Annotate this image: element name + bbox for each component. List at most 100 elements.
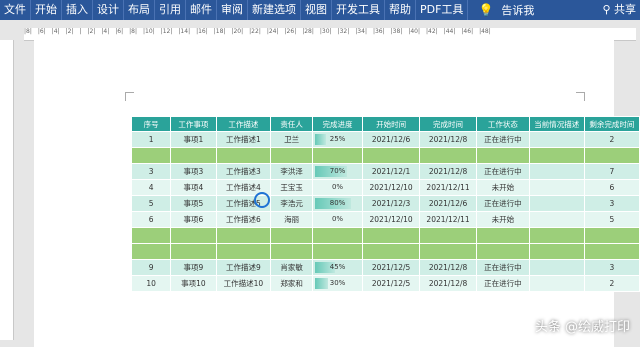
table-cell[interactable]: 2021/12/5	[362, 275, 421, 292]
table-cell[interactable]: 2021/12/1	[362, 163, 421, 180]
table-cell[interactable]: 2021/12/11	[419, 179, 478, 196]
ribbon-tab-12[interactable]: PDF工具	[416, 0, 469, 20]
table-cell[interactable]: 正在进行中	[476, 195, 530, 212]
table-cell[interactable]: 9	[130, 259, 172, 276]
column-header[interactable]: 当前情况描述	[528, 116, 585, 132]
lightbulb-icon[interactable]: 💡	[478, 3, 493, 17]
table-row[interactable]: 4 事项4 工作描述4 王宝玉 0% 2021/12/10 2021/12/11 未开始 6	[130, 179, 640, 196]
table-cell[interactable]	[528, 131, 585, 148]
table-cell[interactable]: 70%	[311, 163, 364, 180]
table-cell[interactable]	[583, 243, 640, 260]
column-header[interactable]: 完成时间	[419, 116, 478, 132]
table-cell[interactable]: 工作描述3	[215, 163, 272, 180]
table-cell[interactable]	[476, 147, 530, 164]
table-cell[interactable]	[130, 227, 172, 244]
table-cell[interactable]: 2021/12/8	[419, 275, 478, 292]
table-cell[interactable]	[311, 227, 364, 244]
table-cell[interactable]: 30%	[311, 275, 364, 292]
table-cell[interactable]	[476, 243, 530, 260]
table-cell[interactable]	[528, 195, 585, 212]
table-cell[interactable]: 0%	[311, 179, 364, 196]
table-cell[interactable]: 6	[583, 179, 640, 196]
ribbon-tab-3[interactable]: 设计	[93, 0, 124, 20]
table-cell[interactable]: 6	[130, 211, 172, 228]
table-cell[interactable]: 工作描述6	[215, 211, 272, 228]
table-cell[interactable]: 2	[583, 275, 640, 292]
table-cell[interactable]	[311, 243, 364, 260]
table-cell[interactable]	[528, 147, 585, 164]
table-row[interactable]: 3 事项3 工作描述3 李洪泽 70% 2021/12/1 2021/12/8 正在进行中 7	[130, 163, 640, 180]
table-cell[interactable]	[362, 147, 421, 164]
table-cell[interactable]: 卫兰	[270, 131, 313, 148]
table-cell[interactable]	[130, 243, 172, 260]
table-cell[interactable]	[528, 243, 585, 260]
table-cell[interactable]: 李浩元	[270, 195, 313, 212]
table-row[interactable]	[130, 243, 640, 260]
table-cell[interactable]: 5	[130, 195, 172, 212]
table-cell[interactable]: 2021/12/6	[419, 195, 478, 212]
table-row[interactable]: 10 事项10 工作描述10 郑家和 30% 2021/12/5 2021/12/8 正在进行…	[130, 275, 640, 292]
table-cell[interactable]	[170, 227, 217, 244]
table-cell[interactable]: 2021/12/10	[362, 211, 421, 228]
table-cell[interactable]	[528, 275, 585, 292]
table-cell[interactable]	[419, 147, 478, 164]
vertical-ruler[interactable]	[0, 40, 14, 340]
table-cell[interactable]: 事项6	[170, 211, 217, 228]
table-cell[interactable]: 4	[130, 179, 172, 196]
table-row[interactable]	[130, 227, 640, 244]
table-cell[interactable]: 未开始	[476, 179, 530, 196]
table-cell[interactable]: 2021/12/8	[419, 163, 478, 180]
table-cell[interactable]: 工作描述1	[215, 131, 272, 148]
table-cell[interactable]: 工作描述10	[215, 275, 272, 292]
table-cell[interactable]	[270, 227, 313, 244]
table-cell[interactable]: 3	[583, 259, 640, 276]
table-cell[interactable]: 25%	[311, 131, 364, 148]
table-cell[interactable]: 正在进行中	[476, 275, 530, 292]
table-cell[interactable]	[528, 163, 585, 180]
table-cell[interactable]: 2021/12/6	[362, 131, 421, 148]
table-cell[interactable]	[270, 147, 313, 164]
table-cell[interactable]	[419, 227, 478, 244]
ribbon-tab-7[interactable]: 审阅	[217, 0, 248, 20]
column-header[interactable]: 工作描述	[215, 116, 272, 132]
table-cell[interactable]: 事项9	[170, 259, 217, 276]
table-cell[interactable]: 李洪泽	[270, 163, 313, 180]
ribbon-tab-10[interactable]: 开发工具	[332, 0, 385, 20]
table-cell[interactable]	[583, 227, 640, 244]
ribbon-tab-0[interactable]: 文件	[0, 0, 31, 20]
task-table[interactable]: 序号 工作事项 工作描述 责任人 完成进度 开始时间 完成时间 工作状态 当前情况描述 剩余完成时…	[130, 116, 640, 292]
table-cell[interactable]: 正在进行中	[476, 163, 530, 180]
table-cell[interactable]	[130, 147, 172, 164]
tell-me-box[interactable]: 告诉我	[501, 2, 534, 18]
table-cell[interactable]: 郑家和	[270, 275, 313, 292]
table-cell[interactable]	[215, 243, 272, 260]
table-row[interactable]: 5 事项5 工作描述5 李浩元 80% 2021/12/3 2021/12/6 正在进行中 3	[130, 195, 640, 212]
table-row[interactable]: 6 事项6 工作描述6 海丽 0% 2021/12/10 2021/12/11 未开始 5	[130, 211, 640, 228]
table-cell[interactable]	[311, 147, 364, 164]
column-header[interactable]: 责任人	[270, 116, 313, 132]
table-cell[interactable]: 事项1	[170, 131, 217, 148]
table-cell[interactable]: 事项3	[170, 163, 217, 180]
column-header[interactable]: 剩余完成时间	[583, 116, 640, 132]
table-cell[interactable]: 未开始	[476, 211, 530, 228]
table-cell[interactable]	[170, 147, 217, 164]
table-cell[interactable]: 3	[583, 195, 640, 212]
column-header[interactable]: 工作事项	[170, 116, 217, 132]
table-cell[interactable]: 肖家敏	[270, 259, 313, 276]
table-cell[interactable]: 正在进行中	[476, 259, 530, 276]
column-header[interactable]: 完成进度	[311, 116, 364, 132]
table-cell[interactable]: 3	[130, 163, 172, 180]
table-cell[interactable]: 2021/12/8	[419, 131, 478, 148]
column-header[interactable]: 开始时间	[362, 116, 421, 132]
ribbon-tab-5[interactable]: 引用	[155, 0, 186, 20]
table-cell[interactable]	[476, 227, 530, 244]
table-row[interactable]: 1 事项1 工作描述1 卫兰 25% 2021/12/6 2021/12/8 正在进行中 2	[130, 131, 640, 148]
ribbon-tab-2[interactable]: 插入	[62, 0, 93, 20]
ribbon-tab-6[interactable]: 邮件	[186, 0, 217, 20]
table-cell[interactable]: 2021/12/8	[419, 259, 478, 276]
ribbon-tab-8[interactable]: 新建选项	[248, 0, 301, 20]
table-cell[interactable]	[215, 227, 272, 244]
table-cell[interactable]: 5	[583, 211, 640, 228]
table-cell[interactable]: 工作描述9	[215, 259, 272, 276]
table-cell[interactable]: 事项4	[170, 179, 217, 196]
